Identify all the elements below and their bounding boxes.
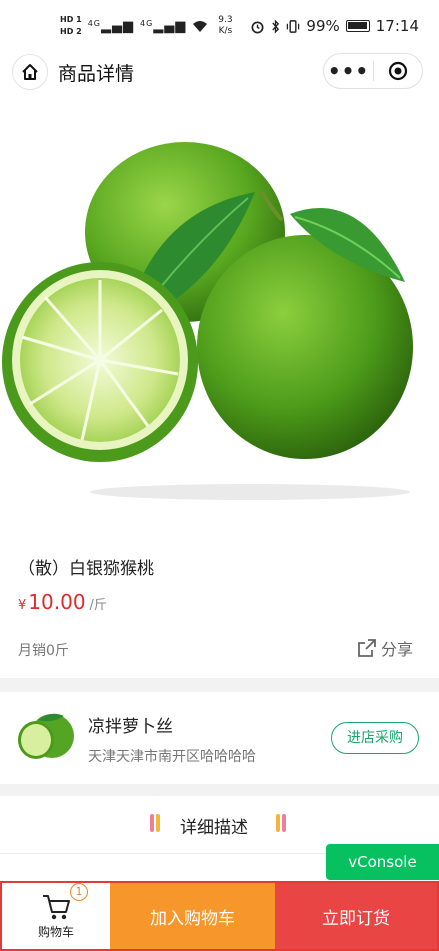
- wifi-icon: [193, 20, 208, 32]
- vibrate-icon: [287, 19, 300, 33]
- battery-percent: 99%: [306, 17, 340, 35]
- alarm-icon: [251, 20, 264, 33]
- signal-icon-2: 4G▂▄▆: [139, 18, 187, 34]
- status-right: 99% 17:14: [250, 17, 419, 35]
- target-icon: [388, 61, 408, 81]
- hd-top: HD 1: [60, 15, 82, 24]
- hd-bottom: HD 2: [60, 27, 82, 36]
- speed-unit: K/s: [218, 26, 233, 36]
- shop-card[interactable]: 凉拌萝卜丝 天津天津市南开区哈哈哈哈 进店采购: [0, 692, 439, 784]
- share-icon: [358, 639, 376, 657]
- cart-count-badge: 1: [70, 883, 88, 901]
- cart-label: 购物车: [37, 924, 74, 939]
- section-divider-2: [0, 784, 439, 796]
- section-divider: [0, 678, 439, 692]
- price-unit: /斤: [89, 598, 107, 613]
- order-now-button[interactable]: 立即订货: [275, 883, 437, 949]
- network-speed: 9.3 K/s: [218, 15, 232, 37]
- nav-bar: 商品详情 •••: [0, 52, 439, 92]
- signal-icon-1: 4G▂▄▆: [87, 18, 134, 34]
- battery-icon: [345, 20, 370, 32]
- home-button[interactable]: [12, 54, 48, 90]
- home-icon: [22, 64, 38, 80]
- close-miniprogram-button[interactable]: [374, 61, 422, 81]
- product-image: [0, 92, 439, 532]
- share-label: 分享: [380, 640, 413, 659]
- detail-title: 详细描述: [180, 818, 248, 838]
- decor-right: [276, 814, 288, 832]
- more-button[interactable]: •••: [324, 53, 373, 89]
- monthly-sales: 月销0斤: [18, 643, 69, 659]
- vconsole-button[interactable]: vConsole: [326, 844, 439, 880]
- shop-thumbnail: [18, 713, 74, 759]
- status-left: HD 1 HD 2 4G▂▄▆ 4G▂▄▆ 9.3 K/s: [60, 14, 233, 38]
- add-to-cart-button[interactable]: 加入购物车: [110, 883, 275, 949]
- decor-left: [150, 814, 162, 832]
- price-row: ¥ 10.00 /斤: [18, 590, 107, 614]
- enter-shop-button[interactable]: 进店采购: [331, 722, 419, 754]
- price-value: 10.00: [28, 590, 86, 614]
- currency-symbol: ¥: [18, 598, 27, 613]
- shop-address: 天津天津市南开区哈哈哈哈: [88, 749, 256, 765]
- status-bar: HD 1 HD 2 4G▂▄▆ 4G▂▄▆ 9.3 K/s 99% 17:14: [0, 0, 439, 52]
- cart-button[interactable]: 购物车 1: [2, 883, 110, 949]
- lime-image: [2, 142, 413, 500]
- bluetooth-icon: [272, 18, 280, 34]
- hd-indicator: HD 1 HD 2: [60, 14, 82, 38]
- product-name: （散）白银猕猴桃: [18, 559, 154, 579]
- page-title: 商品详情: [58, 63, 135, 85]
- shopping-cart-icon: [43, 894, 70, 919]
- menu-capsule: •••: [323, 53, 423, 89]
- speed-value: 9.3: [218, 15, 233, 25]
- share-button[interactable]: 分享: [357, 636, 413, 660]
- shop-name: 凉拌萝卜丝: [88, 717, 173, 737]
- clock: 17:14: [375, 17, 419, 35]
- bottom-action-bar: 购物车 1 加入购物车 立即订货: [0, 881, 439, 951]
